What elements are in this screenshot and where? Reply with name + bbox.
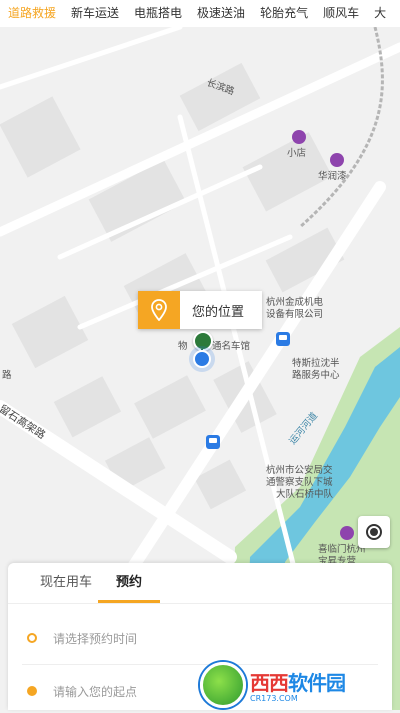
place-poi-icon[interactable] <box>340 526 354 540</box>
map-label-police-2: 通警察支队下城 <box>266 477 333 488</box>
huarunqi-poi-icon[interactable] <box>330 153 344 167</box>
locate-icon <box>366 524 382 540</box>
locate-button[interactable] <box>358 516 390 548</box>
tab-new-car-delivery[interactable]: 新车运送 <box>63 0 126 27</box>
tab-use-now[interactable]: 现在用车 <box>30 563 102 603</box>
tab-fuel-delivery[interactable]: 极速送油 <box>189 0 252 27</box>
map-label-police-1: 杭州市公安局交 <box>266 465 333 476</box>
your-location-label: 您的位置 <box>192 304 245 320</box>
watermark-logo: 西西软件园 CR173.COM <box>200 662 392 708</box>
pin-icon <box>138 291 180 329</box>
map-label-company-1: 杭州金成机电 <box>266 297 324 308</box>
current-location-dot-icon <box>193 350 211 368</box>
tab-reserve[interactable]: 预约 <box>98 563 161 603</box>
tab-more-truncated[interactable]: 大 <box>366 0 393 27</box>
bus-stop-icon[interactable] <box>276 332 290 346</box>
tab-battery-jump[interactable]: 电瓶搭电 <box>126 0 189 27</box>
reserve-time-placeholder: 请选择预约时间 <box>53 631 138 646</box>
watermark-main-a: 西西 <box>250 671 289 695</box>
map-label-tesla-2: 路服务中心 <box>292 370 340 381</box>
start-marker-icon <box>193 331 213 351</box>
map-label-huarunqi: 华润漆 <box>318 171 347 182</box>
start-point-placeholder: 请输入您的起点 <box>53 684 138 699</box>
tab-road-rescue[interactable]: 道路救援 <box>0 0 63 27</box>
tab-carpool[interactable]: 顺风车 <box>315 0 366 27</box>
map-label-police-3: 大队石桥中队 <box>276 489 334 500</box>
service-tab-bar: 道路救援 新车运送 电瓶搭电 极速送油 轮胎充气 顺风车 大 <box>0 0 400 27</box>
bus-stop-icon[interactable] <box>206 435 220 449</box>
watermark-text: 西西软件园 CR173.COM <box>250 667 346 703</box>
map-label-company-2: 设备有限公司 <box>266 309 324 320</box>
watermark-sub: CR173.COM <box>250 694 298 703</box>
clock-icon <box>27 633 37 643</box>
booking-tabs: 现在用车 预约 <box>8 563 392 604</box>
map-label-wuliu-1: 物 <box>178 341 188 352</box>
watermark-logo-icon <box>200 662 246 708</box>
watermark-main-b: 软件园 <box>288 671 346 695</box>
map-label-shop: 小店 <box>287 148 307 159</box>
shop-poi-icon[interactable] <box>292 130 306 144</box>
map-label-road-left: 路 <box>2 370 12 381</box>
start-dot-icon <box>27 686 37 696</box>
tab-tire-inflation[interactable]: 轮胎充气 <box>252 0 315 27</box>
reserve-time-field[interactable]: 请选择预约时间 <box>8 616 392 660</box>
your-location-card[interactable]: 您的位置 <box>138 291 262 329</box>
map-label-wuliu-2: 通名车馆 <box>212 341 251 352</box>
map-label-tesla-1: 特斯拉沈半 <box>292 358 340 369</box>
watermark-main: 西西软件园 <box>250 667 346 696</box>
